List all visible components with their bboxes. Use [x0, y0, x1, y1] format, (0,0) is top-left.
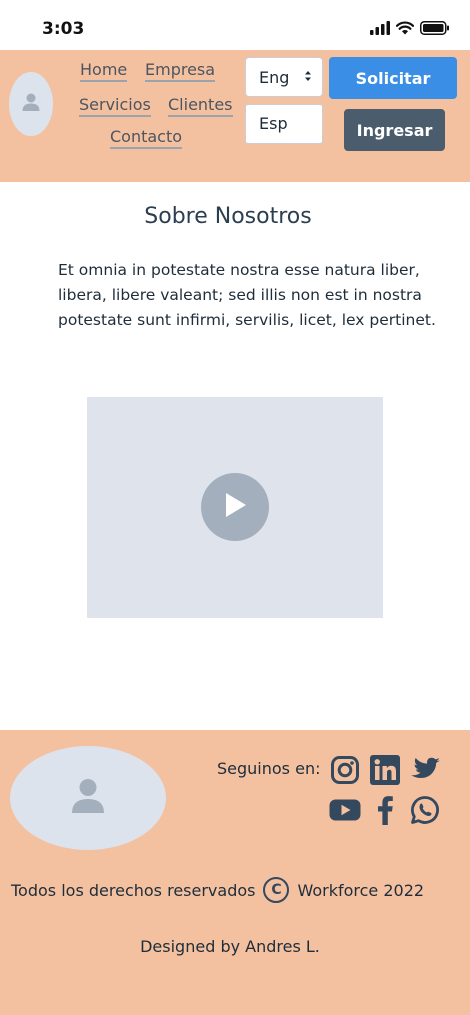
copyright-icon: C [263, 877, 290, 903]
header: Home Empresa Servicios Clientes Contacto… [0, 50, 470, 182]
play-button[interactable] [201, 473, 269, 541]
rights-text: Todos los derechos reservados [11, 880, 256, 900]
battery-icon [420, 20, 450, 39]
wifi-icon [395, 20, 415, 39]
nav-home-link[interactable]: Home [80, 61, 128, 82]
linkedin-icon[interactable] [369, 754, 401, 786]
designed-by-text: Designed by Andres L. [140, 937, 320, 956]
language-selected-value: Eng [259, 67, 290, 87]
copyright-row: Todos los derechos reservados C Workforc… [11, 877, 424, 903]
video-player[interactable] [87, 397, 383, 618]
company-text: Workforce 2022 [297, 880, 425, 900]
facebook-icon[interactable] [369, 794, 401, 826]
footer-logo-avatar [10, 746, 166, 850]
twitter-icon[interactable] [409, 754, 441, 786]
nav-empresa-link[interactable]: Empresa [145, 61, 216, 82]
nav-servicios-link[interactable]: Servicios [79, 96, 151, 117]
whatsapp-icon[interactable] [409, 794, 441, 826]
status-icons [370, 20, 450, 39]
instagram-icon[interactable] [329, 754, 361, 786]
status-time: 3:03 [42, 19, 85, 39]
user-icon [71, 778, 105, 818]
nav-clientes-link[interactable]: Clientes [168, 96, 233, 117]
about-body: Et omnia in potestate nostra esse natura… [58, 261, 436, 329]
signal-icon [370, 20, 390, 39]
user-icon [21, 92, 41, 116]
ingresar-button[interactable]: Ingresar [344, 109, 445, 151]
footer: Seguinos en: Todos los derechos reservad… [0, 730, 470, 1015]
play-icon [222, 491, 248, 523]
follow-label: Seguinos en: [217, 759, 321, 778]
status-bar: 3:03 [0, 0, 470, 50]
about-title: Sobre Nosotros [144, 204, 312, 229]
nav-contacto-link[interactable]: Contacto [110, 128, 183, 149]
language-option-esp[interactable]: Esp [245, 104, 323, 144]
select-arrows-icon [304, 68, 312, 87]
youtube-icon[interactable] [329, 794, 361, 826]
language-select[interactable]: Eng [245, 57, 323, 97]
solicitar-button[interactable]: Solicitar [329, 57, 457, 99]
logo-avatar [9, 72, 53, 136]
